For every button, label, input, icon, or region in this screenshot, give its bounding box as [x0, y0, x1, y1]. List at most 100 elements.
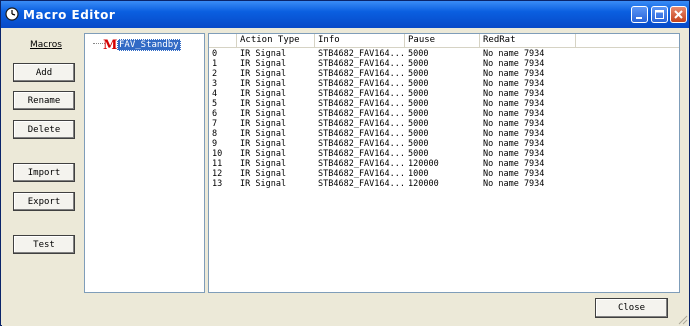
minimize-icon [636, 17, 642, 19]
column-header-pause[interactable]: Pause [405, 34, 480, 47]
column-header-index[interactable] [209, 34, 237, 47]
row-action-type: IR Signal [240, 179, 287, 189]
row-redrat: No name 7934 [483, 119, 545, 129]
table-row[interactable]: 5 IR Signal STB4682_FAV164... 5000 No name 7… [209, 99, 679, 109]
row-action-type: IR Signal [240, 59, 287, 69]
close-window-button[interactable] [670, 6, 687, 23]
row-index: 6 [212, 109, 218, 119]
table-row[interactable]: 13 IR Signal STB4682_FAV164... 120000 No nam… [209, 179, 679, 189]
row-action-type: IR Signal [240, 169, 287, 179]
row-pause: 5000 [408, 59, 429, 69]
row-redrat: No name 7934 [483, 159, 545, 169]
row-pause: 5000 [408, 119, 429, 129]
column-header-info[interactable]: Info [315, 34, 405, 47]
table-row[interactable]: 8 IR Signal STB4682_FAV164... 5000 No name 7… [209, 129, 679, 139]
table-row[interactable]: 10 IR Signal STB4682_FAV164... 5000 No name … [209, 149, 679, 159]
clock-icon [5, 7, 19, 21]
row-info: STB4682_FAV164... [318, 179, 405, 189]
table-row[interactable]: 4 IR Signal STB4682_FAV164... 5000 No name 7… [209, 89, 679, 99]
delete-button[interactable]: Delete [13, 120, 75, 139]
table-row[interactable]: 1 IR Signal STB4682_FAV164... 5000 No name 7… [209, 59, 679, 69]
row-pause: 5000 [408, 49, 429, 59]
maximize-button[interactable] [651, 6, 668, 23]
row-action-type: IR Signal [240, 49, 287, 59]
import-button[interactable]: Import [13, 163, 75, 182]
table-row[interactable]: 11 IR Signal STB4682_FAV164... 120000 No nam… [209, 159, 679, 169]
client-area: Macros Add Rename Delete Import Export T… [2, 29, 689, 326]
row-redrat: No name 7934 [483, 109, 545, 119]
row-action-type: IR Signal [240, 69, 287, 79]
row-index: 7 [212, 119, 218, 129]
table-row[interactable]: 2 IR Signal STB4682_FAV164... 5000 No name 7… [209, 69, 679, 79]
row-action-type: IR Signal [240, 139, 287, 149]
row-redrat: No name 7934 [483, 149, 545, 159]
row-index: 8 [212, 129, 218, 139]
row-info: STB4682_FAV164... [318, 169, 405, 179]
row-redrat: No name 7934 [483, 139, 545, 149]
row-redrat: No name 7934 [483, 79, 545, 89]
row-action-type: IR Signal [240, 159, 287, 169]
row-info: STB4682_FAV164... [318, 159, 405, 169]
row-pause: 5000 [408, 69, 429, 79]
row-redrat: No name 7934 [483, 179, 545, 189]
row-pause: 5000 [408, 89, 429, 99]
resize-grip-icon[interactable] [676, 313, 688, 325]
macro-editor-window: Macro Editor Macros Add Rename Delete Im… [0, 0, 690, 326]
row-info: STB4682_FAV164... [318, 139, 405, 149]
row-action-type: IR Signal [240, 89, 287, 99]
row-redrat: No name 7934 [483, 59, 545, 69]
table-row[interactable]: 0 IR Signal STB4682_FAV164... 5000 No name 7… [209, 49, 679, 59]
row-index: 11 [212, 159, 223, 169]
row-pause: 120000 [408, 179, 439, 189]
row-redrat: No name 7934 [483, 129, 545, 139]
close-button[interactable]: Close [595, 298, 668, 318]
row-info: STB4682_FAV164... [318, 119, 405, 129]
row-index: 3 [212, 79, 218, 89]
row-pause: 5000 [408, 79, 429, 89]
column-header-redrat[interactable]: RedRat [480, 34, 576, 47]
column-header-action-type[interactable]: Action Type [237, 34, 315, 47]
table-row[interactable]: 7 IR Signal STB4682_FAV164... 5000 No name 7… [209, 119, 679, 129]
rename-button[interactable]: Rename [13, 91, 75, 110]
row-info: STB4682_FAV164... [318, 49, 405, 59]
row-pause: 5000 [408, 99, 429, 109]
row-info: STB4682_FAV164... [318, 149, 405, 159]
row-action-type: IR Signal [240, 149, 287, 159]
title-bar[interactable]: Macro Editor [1, 1, 689, 28]
row-index: 13 [212, 179, 223, 189]
close-icon [674, 10, 683, 19]
row-pause: 120000 [408, 159, 439, 169]
row-info: STB4682_FAV164... [318, 69, 405, 79]
add-button[interactable]: Add [13, 63, 75, 82]
minimize-button[interactable] [631, 6, 648, 23]
maximize-icon [655, 10, 664, 19]
row-pause: 5000 [408, 109, 429, 119]
row-redrat: No name 7934 [483, 169, 545, 179]
tree-node-selected[interactable]: FAV_Standby [117, 39, 181, 51]
row-pause: 1000 [408, 169, 429, 179]
table-row[interactable]: 3 IR Signal STB4682_FAV164... 5000 No name 7… [209, 79, 679, 89]
table-row[interactable]: 6 IR Signal STB4682_FAV164... 5000 No name 7… [209, 109, 679, 119]
row-pause: 5000 [408, 149, 429, 159]
row-info: STB4682_FAV164... [318, 89, 405, 99]
window-title: Macro Editor [23, 8, 116, 22]
row-action-type: IR Signal [240, 119, 287, 129]
row-action-type: IR Signal [240, 129, 287, 139]
test-button[interactable]: Test [13, 235, 75, 254]
export-button[interactable]: Export [13, 192, 75, 211]
row-index: 9 [212, 139, 218, 149]
row-index: 12 [212, 169, 223, 179]
row-info: STB4682_FAV164... [318, 79, 405, 89]
table-row[interactable]: 9 IR Signal STB4682_FAV164... 5000 No name 7… [209, 139, 679, 149]
actions-list[interactable]: Action Type Info Pause RedRat 0 IR Signal… [208, 33, 680, 293]
macro-tree[interactable]: M FAV_Standby [84, 33, 205, 293]
table-row[interactable]: 12 IR Signal STB4682_FAV164... 1000 No name … [209, 169, 679, 179]
row-info: STB4682_FAV164... [318, 59, 405, 69]
row-redrat: No name 7934 [483, 99, 545, 109]
row-index: 5 [212, 99, 218, 109]
row-index: 4 [212, 89, 218, 99]
macros-label: Macros [30, 40, 62, 50]
macro-icon: M [103, 38, 118, 53]
row-info: STB4682_FAV164... [318, 109, 405, 119]
row-action-type: IR Signal [240, 99, 287, 109]
